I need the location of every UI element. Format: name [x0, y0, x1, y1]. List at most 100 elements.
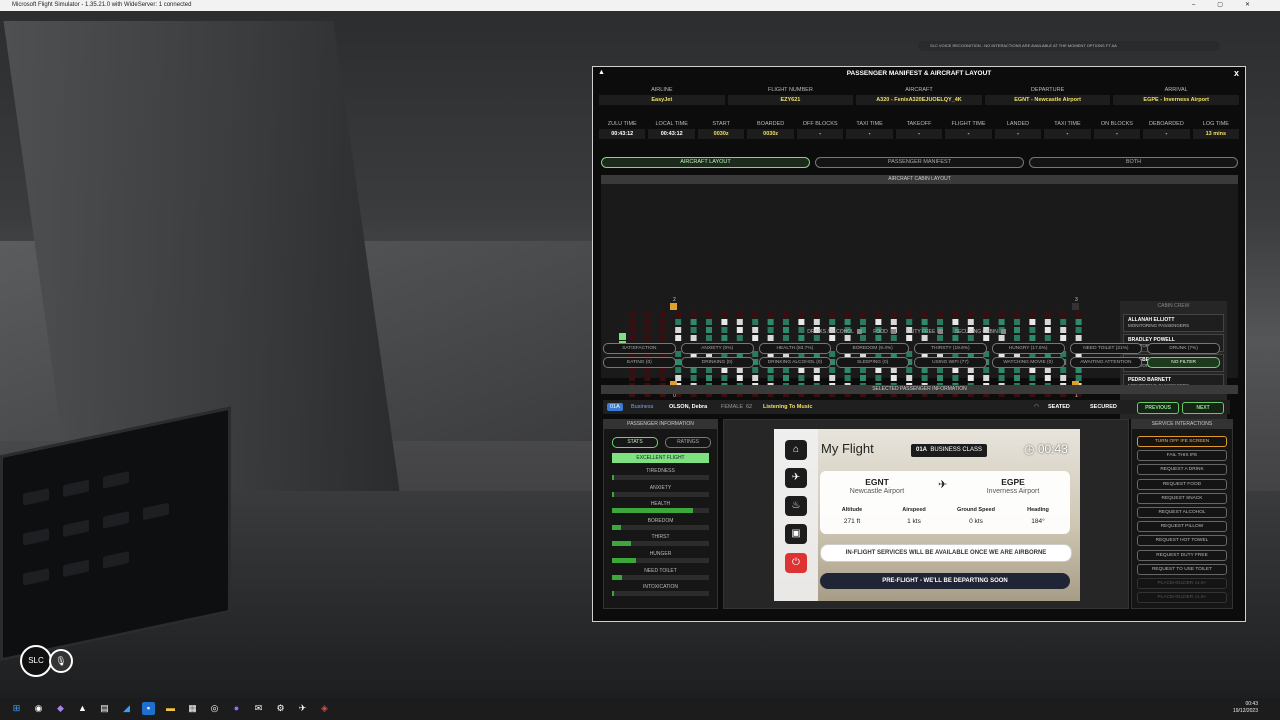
seat[interactable]: [829, 335, 836, 341]
app-icon-11[interactable]: ✉: [252, 702, 265, 715]
seat[interactable]: [937, 375, 943, 381]
seat[interactable]: [844, 335, 851, 341]
filter-button[interactable]: USING WIFI (77): [914, 357, 987, 368]
settings-icon[interactable]: ⚙: [274, 702, 287, 715]
seat[interactable]: [1029, 319, 1036, 325]
seat[interactable]: [937, 311, 943, 317]
seat[interactable]: [813, 319, 820, 325]
seat[interactable]: [706, 319, 712, 325]
seat[interactable]: [736, 375, 743, 381]
filter-button[interactable]: BOREDOM (9.4%): [836, 343, 909, 354]
seat[interactable]: [875, 311, 882, 317]
door-marker[interactable]: [670, 303, 677, 310]
seat[interactable]: [1014, 375, 1020, 381]
seat[interactable]: [921, 375, 928, 381]
chrome-icon[interactable]: ◉: [32, 702, 45, 715]
service-button[interactable]: REQUEST PILLOW: [1137, 521, 1227, 533]
seat[interactable]: [813, 335, 820, 341]
seat[interactable]: [998, 335, 1005, 341]
seat[interactable]: [1029, 375, 1036, 381]
seat[interactable]: [998, 319, 1005, 325]
seat[interactable]: [690, 319, 697, 325]
seat[interactable]: [1044, 311, 1051, 317]
seat[interactable]: [783, 311, 789, 317]
seat[interactable]: [906, 375, 913, 381]
service-button[interactable]: REQUEST TO USE TOILET: [1137, 563, 1227, 575]
service-button[interactable]: REQUEST ALCOHOL: [1137, 507, 1227, 518]
seat[interactable]: [706, 375, 712, 381]
seat[interactable]: [1075, 375, 1082, 381]
close-icon[interactable]: x: [1234, 68, 1239, 78]
seat[interactable]: [844, 319, 851, 325]
seat[interactable]: [767, 375, 774, 381]
seat[interactable]: [998, 311, 1005, 317]
seat[interactable]: [875, 319, 882, 325]
seat[interactable]: [752, 311, 759, 317]
vscode-icon[interactable]: ◢: [120, 702, 133, 715]
seat[interactable]: [1060, 335, 1067, 341]
seat[interactable]: [890, 311, 897, 317]
seat[interactable]: [783, 375, 789, 381]
seat[interactable]: [783, 319, 789, 325]
tab-both[interactable]: BOTH: [1029, 157, 1238, 168]
seat[interactable]: [767, 319, 774, 325]
filter-button[interactable]: SLEEPING (0): [836, 357, 909, 368]
seat[interactable]: [736, 335, 743, 341]
seat[interactable]: [659, 319, 666, 325]
seat[interactable]: [1075, 335, 1082, 341]
seat[interactable]: [983, 311, 990, 317]
seat[interactable]: [921, 335, 928, 341]
seat[interactable]: [1075, 311, 1082, 317]
seat[interactable]: [829, 319, 836, 325]
tab-passenger-manifest[interactable]: PASSENGER MANIFEST: [815, 157, 1024, 168]
seat[interactable]: [767, 311, 774, 317]
previous-button[interactable]: PREVIOUS: [1137, 402, 1179, 414]
filter-button[interactable]: WATCHING MOVIE (0): [991, 357, 1065, 368]
door-marker[interactable]: [1072, 303, 1079, 310]
service-button[interactable]: TURN OFF IFE SCREEN: [1137, 436, 1227, 447]
seat[interactable]: [983, 319, 990, 325]
seat[interactable]: [1014, 311, 1020, 317]
app-icon-10[interactable]: ●: [230, 702, 243, 715]
seat[interactable]: [813, 375, 820, 381]
seat[interactable]: [890, 335, 897, 341]
seat[interactable]: [860, 335, 866, 341]
seat[interactable]: [1044, 375, 1051, 381]
seat[interactable]: [798, 375, 805, 381]
seat[interactable]: [860, 375, 866, 381]
seat[interactable]: [860, 311, 866, 317]
system-clock[interactable]: 00:43 19/12/2023: [1233, 701, 1258, 715]
steam-icon[interactable]: ◎: [208, 702, 221, 715]
seat[interactable]: [967, 335, 974, 341]
seat[interactable]: [659, 375, 666, 381]
seat[interactable]: [706, 335, 712, 341]
seat[interactable]: [1029, 311, 1036, 317]
seat[interactable]: [952, 375, 959, 381]
seat[interactable]: [952, 335, 959, 341]
app-icon-3[interactable]: ▲: [76, 702, 89, 715]
service-button[interactable]: REQUEST SNACK: [1137, 492, 1227, 504]
seat[interactable]: [659, 311, 666, 317]
seat[interactable]: [937, 335, 943, 341]
seat[interactable]: [952, 319, 959, 325]
filter-button[interactable]: THIRSTY (19.6%): [914, 343, 987, 354]
app-icon-6[interactable]: ▪: [142, 702, 155, 715]
microphone-icon[interactable]: 🎙: [49, 649, 73, 673]
seat[interactable]: [629, 335, 635, 341]
seat[interactable]: [1044, 335, 1051, 341]
seat[interactable]: [629, 375, 635, 381]
seat[interactable]: [721, 319, 728, 325]
seat[interactable]: [890, 375, 897, 381]
file-explorer-icon[interactable]: ▬: [164, 702, 177, 715]
seat[interactable]: [952, 311, 959, 317]
seat[interactable]: [690, 375, 697, 381]
filter-button[interactable]: HEALTH (83.7%): [758, 343, 832, 354]
seat[interactable]: [967, 375, 974, 381]
seat[interactable]: [1029, 335, 1036, 341]
seat[interactable]: [983, 335, 990, 341]
seat[interactable]: [675, 375, 682, 381]
seat[interactable]: [798, 311, 805, 317]
bag-icon[interactable]: ▣: [785, 524, 807, 544]
seat[interactable]: [690, 311, 697, 317]
seat[interactable]: [690, 335, 697, 341]
